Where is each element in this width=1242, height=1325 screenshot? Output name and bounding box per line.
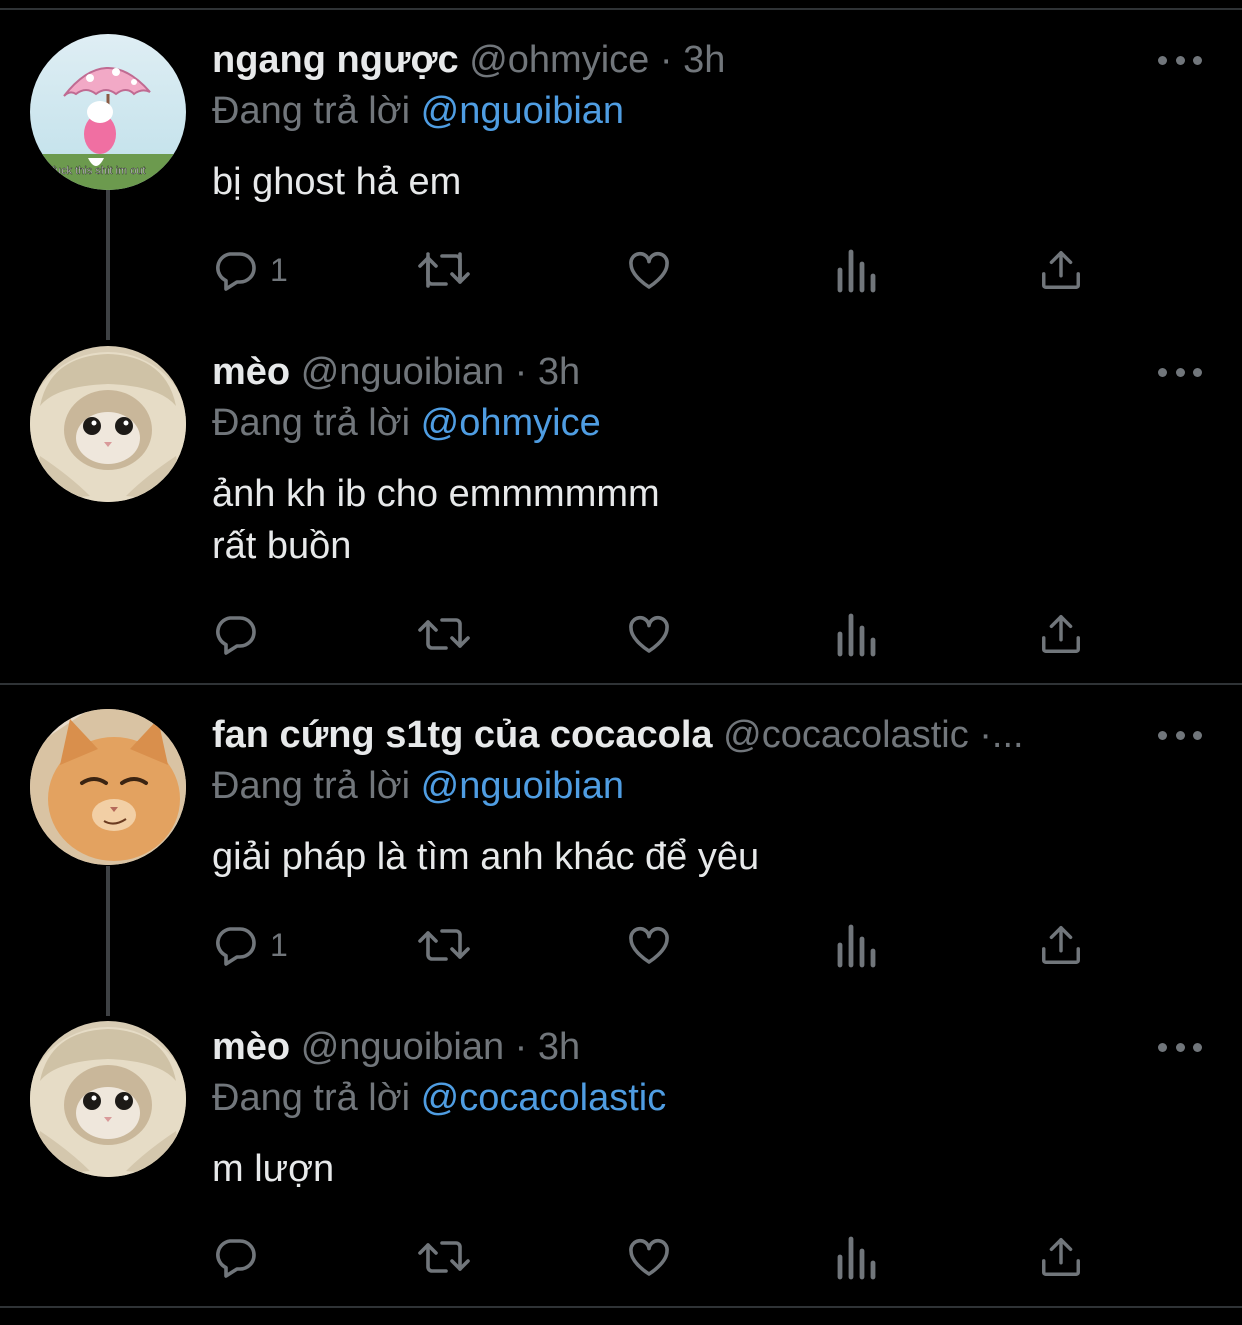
replying-to-label: Đang trả lời: [212, 402, 411, 444]
tweet-header: fan cứng s1tg của cocacola @cocacolastic…: [212, 709, 1142, 761]
user-handle[interactable]: @cocacolastic: [723, 714, 969, 756]
views-button[interactable]: [834, 604, 878, 664]
tweet-text: ảnh kh ib cho emmmmmm rất buồn: [212, 473, 660, 567]
tweet-header: mèo @nguoibian · 3h: [212, 1021, 1142, 1073]
replying-to-handle[interactable]: @ohmyice: [421, 402, 601, 444]
views-button[interactable]: [834, 915, 878, 975]
display-name[interactable]: mèo: [212, 1026, 290, 1068]
reply-button[interactable]: [212, 1227, 270, 1287]
avatar[interactable]: [30, 1021, 186, 1177]
replying-to: Đang trả lời @nguoibian: [212, 86, 624, 136]
replying-to-handle[interactable]: @nguoibian: [421, 90, 624, 132]
retweet-button[interactable]: [416, 1227, 472, 1287]
timestamp[interactable]: 3h: [538, 351, 580, 393]
analytics-icon: [837, 1236, 876, 1280]
avatar[interactable]: fuck this shit im out: [30, 34, 186, 190]
retweet-button[interactable]: [416, 240, 472, 300]
analytics-icon: [837, 249, 876, 293]
share-icon: [1042, 1238, 1080, 1276]
more-icon[interactable]: [1158, 1035, 1202, 1059]
separator-dot: ·: [514, 1026, 528, 1068]
like-button[interactable]: [624, 1227, 674, 1287]
tweet[interactable]: mèo @nguoibian · 3h Đang trả lời @cocaco…: [0, 1021, 1242, 1291]
separator-dot: ·: [514, 351, 528, 393]
reply-count: 1: [270, 926, 288, 963]
timestamp[interactable]: 3h: [683, 39, 725, 81]
replying-to-label: Đang trả lời: [212, 765, 411, 807]
reply-icon: [216, 252, 256, 291]
replying-to-label: Đang trả lời: [212, 90, 411, 132]
tweet[interactable]: mèo @nguoibian · 3h Đang trả lời @ohmyic…: [0, 346, 1242, 666]
like-button[interactable]: [624, 604, 674, 664]
reply-button[interactable]: 1: [212, 240, 288, 300]
more-icon[interactable]: [1158, 723, 1202, 747]
reply-icon: [216, 1239, 256, 1278]
timestamp[interactable]: ...: [992, 714, 1024, 756]
share-icon: [1042, 926, 1080, 964]
views-button[interactable]: [834, 1227, 878, 1287]
user-handle[interactable]: @nguoibian: [301, 351, 504, 393]
replying-to: Đang trả lời @cocacolastic: [212, 1073, 666, 1123]
share-button[interactable]: [1038, 604, 1084, 664]
retweet-icon: [418, 1241, 470, 1273]
replying-to-label: Đang trả lời: [212, 1077, 411, 1119]
heart-icon: [629, 1238, 669, 1276]
user-handle[interactable]: @nguoibian: [301, 1026, 504, 1068]
tweet-actions: 1: [212, 240, 1112, 300]
tweet-header: ngang ngược @ohmyice · 3h: [212, 34, 1142, 86]
tweet[interactable]: fuck this shit im out ngang ngược @ohmyi…: [0, 34, 1242, 304]
views-button[interactable]: [834, 240, 878, 300]
heart-icon: [629, 615, 669, 653]
tweet-text: giải pháp là tìm anh khác để yêu: [212, 836, 760, 878]
tweet-header: mèo @nguoibian · 3h: [212, 346, 1142, 398]
tweet-text: bị ghost hả em: [212, 161, 462, 203]
display-name[interactable]: fan cứng s1tg của cocacola: [212, 714, 713, 756]
replying-to: Đang trả lời @ohmyice: [212, 398, 601, 448]
retweet-icon: [418, 929, 470, 961]
display-name[interactable]: ngang ngược: [212, 39, 459, 81]
separator-dot: ·: [659, 39, 673, 81]
tweet[interactable]: fan cứng s1tg của cocacola @cocacolastic…: [0, 709, 1242, 979]
avatar[interactable]: [30, 346, 186, 502]
tweet-actions: 1: [212, 915, 1112, 975]
reply-count: 1: [270, 251, 288, 288]
heart-icon: [629, 926, 669, 964]
replying-to: Đang trả lời @nguoibian: [212, 761, 624, 811]
bottom-divider: [0, 1306, 1242, 1308]
reply-button[interactable]: [212, 604, 270, 664]
reply-icon: [216, 616, 256, 655]
replying-to-handle[interactable]: @cocacolastic: [421, 1077, 667, 1119]
tweet-actions: [212, 604, 1112, 664]
share-icon: [1042, 615, 1080, 653]
retweet-button[interactable]: [416, 915, 472, 975]
tweet-actions: [212, 1227, 1112, 1287]
replying-to-handle[interactable]: @nguoibian: [421, 765, 624, 807]
tweet-text: m lượn: [212, 1148, 335, 1190]
retweet-icon: [418, 252, 470, 288]
display-name[interactable]: mèo: [212, 351, 290, 393]
share-icon: [1042, 251, 1080, 289]
more-icon[interactable]: [1158, 360, 1202, 384]
share-button[interactable]: [1038, 1227, 1084, 1287]
like-button[interactable]: [624, 240, 674, 300]
analytics-icon: [837, 924, 876, 968]
timestamp[interactable]: 3h: [538, 1026, 580, 1068]
share-button[interactable]: [1038, 240, 1084, 300]
retweet-icon: [418, 618, 470, 650]
analytics-icon: [837, 613, 876, 657]
thread-divider: [0, 683, 1242, 685]
avatar[interactable]: [30, 709, 186, 865]
separator-dot: ·: [979, 714, 992, 756]
user-handle[interactable]: @ohmyice: [469, 39, 649, 81]
more-icon[interactable]: [1158, 48, 1202, 72]
avatar-caption: fuck this shit im out: [52, 165, 146, 177]
share-button[interactable]: [1038, 915, 1084, 975]
top-divider: [0, 8, 1242, 10]
retweet-button[interactable]: [416, 604, 472, 664]
like-button[interactable]: [624, 915, 674, 975]
heart-icon: [629, 251, 669, 289]
reply-icon: [216, 927, 256, 966]
reply-button[interactable]: 1: [212, 915, 288, 975]
